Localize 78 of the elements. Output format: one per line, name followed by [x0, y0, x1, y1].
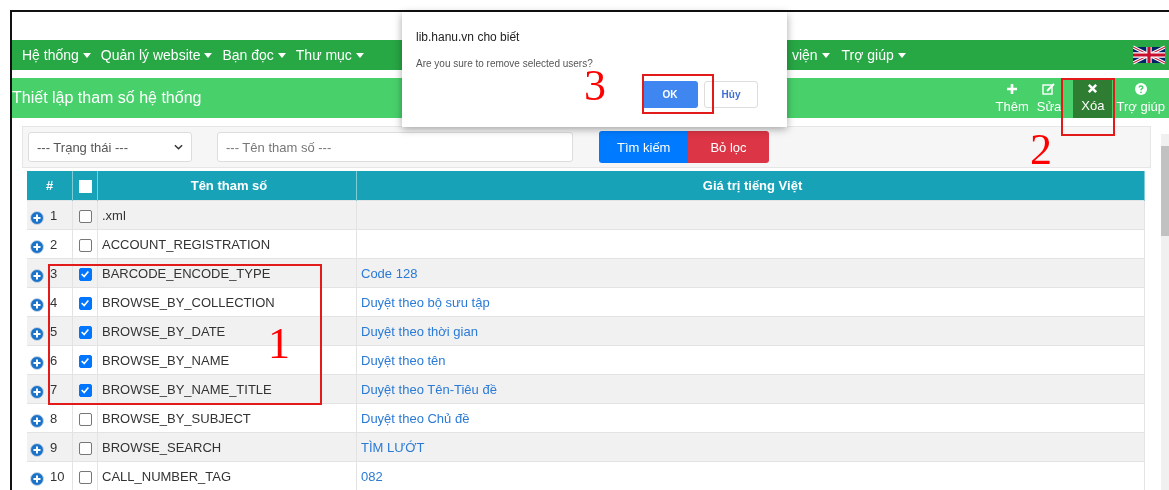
menu-item[interactable]: Hệ thống: [22, 47, 91, 64]
row-number: 4: [50, 294, 58, 310]
parameter-value[interactable]: Duyệt theo tên: [361, 352, 446, 368]
column-header: #: [27, 171, 73, 201]
flag-icon[interactable]: [1133, 45, 1165, 66]
parameter-name: ACCOUNT_REGISTRATION: [102, 236, 271, 252]
dialog-title: lib.hanu.vn cho biết: [416, 30, 521, 44]
parameter-name: CALL_NUMBER_TAG: [102, 468, 232, 484]
status-dropdown[interactable]: --- Trạng thái ---: [28, 132, 192, 162]
row-checkbox[interactable]: [78, 470, 92, 484]
help-icon: [1134, 82, 1147, 95]
highlight-frame: [1061, 78, 1115, 136]
toolbar-button[interactable]: Xóa: [1073, 78, 1113, 118]
chevron-down-icon: [174, 144, 183, 150]
column-header: Giá trị tiếng Việt: [356, 171, 1145, 201]
menu-item[interactable]: Thư mục: [295, 47, 364, 64]
parameter-name: .xml: [102, 207, 126, 223]
row-number: 10: [50, 468, 65, 484]
highlight-frame: [642, 74, 714, 114]
parameter-value[interactable]: 082: [361, 468, 383, 484]
step-number: 1: [268, 322, 290, 366]
parameter-value[interactable]: Code 128: [361, 265, 418, 281]
row-number: 2: [50, 236, 58, 252]
expand-icon[interactable]: [30, 211, 44, 225]
row-number: 3: [50, 265, 58, 281]
parameter-value[interactable]: Duyệt theo Chủ đề: [361, 410, 470, 426]
parameter-value[interactable]: Duyệt theo bộ sưu tập: [361, 294, 490, 310]
page-title: Thiết lập tham số hệ thống: [12, 89, 202, 107]
edit-icon: [1042, 82, 1057, 95]
row-checkbox[interactable]: [78, 238, 92, 252]
expand-icon[interactable]: [30, 240, 44, 254]
expand-icon[interactable]: [30, 327, 44, 341]
row-checkbox[interactable]: [78, 383, 92, 397]
expand-icon[interactable]: [30, 385, 44, 399]
search-field[interactable]: --- Tên tham số ---: [217, 132, 573, 162]
step-number: 2: [1030, 128, 1052, 172]
parameter-name: BARCODE_ENCODE_TYPE: [102, 265, 271, 281]
expand-icon[interactable]: [30, 472, 44, 486]
row-number: 7: [50, 381, 58, 397]
select-all-checkbox[interactable]: [78, 180, 92, 194]
parameter-name: BROWSE_BY_NAME: [102, 352, 230, 368]
expand-icon[interactable]: [30, 356, 44, 370]
menu-item[interactable]: Quản lý website: [100, 47, 213, 64]
row-number: 5: [50, 323, 58, 339]
parameter-name: BROWSE_BY_DATE: [102, 323, 226, 339]
column-header: Tên tham số: [97, 171, 357, 201]
row-number: 1: [50, 207, 58, 223]
parameter-value[interactable]: TÌM LƯỚT: [361, 439, 425, 455]
expand-icon[interactable]: [30, 269, 44, 283]
row-number: 8: [50, 410, 58, 426]
expand-icon[interactable]: [30, 298, 44, 312]
row-checkbox[interactable]: [78, 325, 92, 339]
scrollbar[interactable]: [1161, 134, 1169, 490]
cancel-button[interactable]: Hủy: [704, 81, 758, 108]
parameter-name: BROWSE_SEARCH: [102, 439, 222, 455]
menu-item[interactable]: Bạn đọc: [222, 47, 286, 64]
expand-icon[interactable]: [30, 414, 44, 428]
parameter-value[interactable]: Duyệt theo Tên-Tiêu đề: [361, 381, 497, 397]
menu-item[interactable]: viện: [791, 47, 830, 64]
close-icon: [1087, 83, 1099, 94]
search-button[interactable]: Tìm kiếm: [599, 131, 689, 163]
menu-item[interactable]: Trợ giúp: [841, 47, 906, 64]
row-checkbox[interactable]: [78, 267, 92, 281]
row-checkbox[interactable]: [78, 412, 92, 426]
plus-icon: [1006, 82, 1019, 95]
row-checkbox[interactable]: [78, 209, 92, 223]
expand-icon[interactable]: [30, 443, 44, 457]
parameter-name: BROWSE_BY_NAME_TITLE: [102, 381, 272, 397]
ok-button[interactable]: OK: [642, 81, 698, 108]
parameter-name: BROWSE_BY_COLLECTION: [102, 294, 275, 310]
row-number: 6: [50, 352, 58, 368]
row-checkbox[interactable]: [78, 296, 92, 310]
row-checkbox[interactable]: [78, 354, 92, 368]
parameter-name: BROWSE_BY_SUBJECT: [102, 410, 251, 426]
row-number: 9: [50, 439, 58, 455]
parameter-value[interactable]: Duyệt theo thời gian: [361, 323, 478, 339]
row-checkbox[interactable]: [78, 441, 92, 455]
reset-button[interactable]: Bỏ lọc: [688, 131, 769, 163]
